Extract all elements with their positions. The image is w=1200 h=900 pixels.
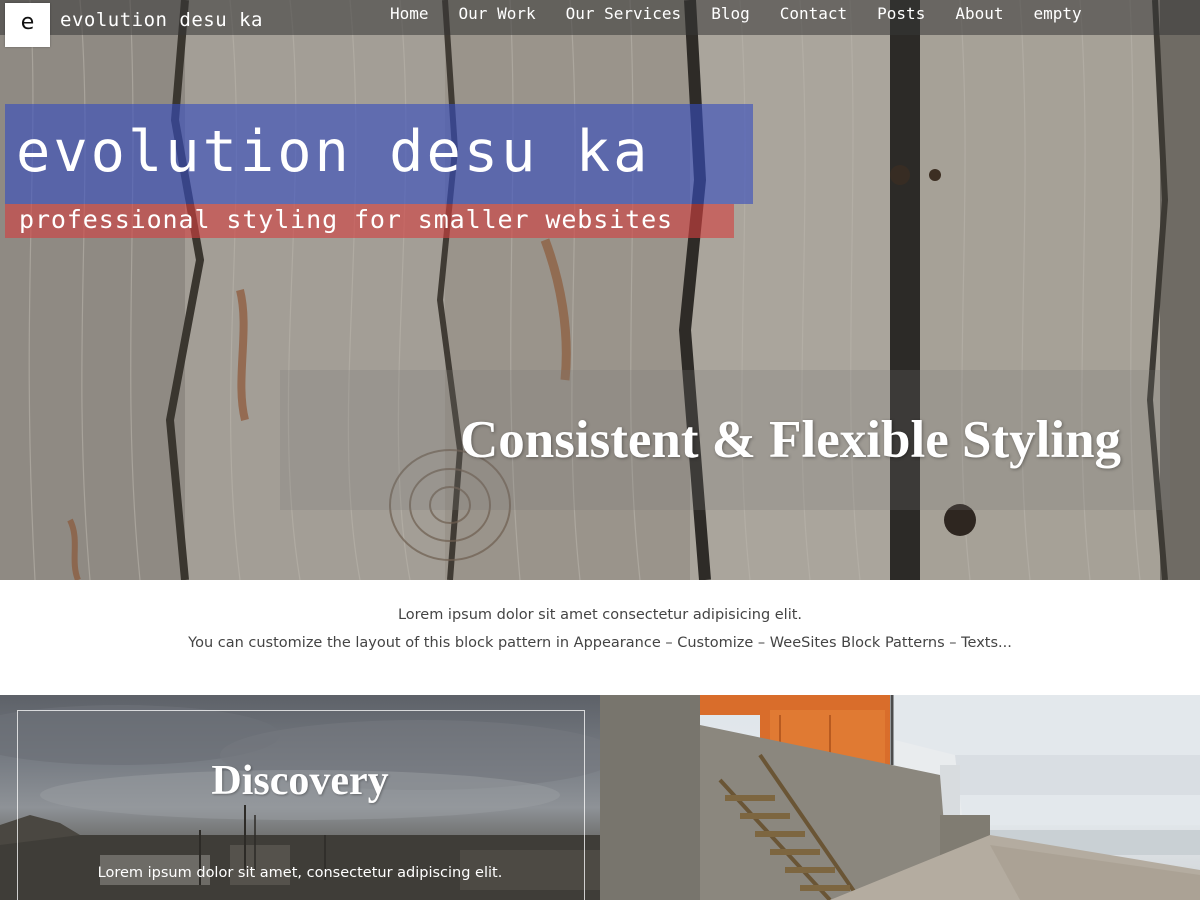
tile-title: Discovery <box>211 758 389 804</box>
tile-discovery[interactable]: Discovery Lorem ipsum dolor sit amet, co… <box>0 695 600 900</box>
tile-text: Lorem ipsum dolor sit amet, consectetur … <box>97 865 503 881</box>
nav-item-empty[interactable]: empty <box>1019 4 1097 26</box>
hero-headline: Consistent & Flexible Styling <box>460 411 1122 469</box>
beach-stairs-image <box>600 695 1200 900</box>
nav-item-blog[interactable]: Blog <box>696 4 765 26</box>
hero-site-title: evolution desu ka <box>16 119 651 185</box>
nav-item-posts[interactable]: Posts <box>862 4 940 26</box>
hero-tagline: professional styling for smaller website… <box>19 205 674 234</box>
tile-beach-image[interactable] <box>600 695 1200 900</box>
site-logo[interactable]: e <box>5 3 50 47</box>
nav-item-home[interactable]: Home <box>375 4 444 26</box>
hero-banner: e evolution desu ka Home Our Work Our Se… <box>0 0 1200 580</box>
nav-item-about[interactable]: About <box>940 4 1018 26</box>
nav-item-our-work[interactable]: Our Work <box>444 4 551 26</box>
site-name-link[interactable]: evolution desu ka <box>60 9 263 31</box>
nav-item-our-services[interactable]: Our Services <box>551 4 697 26</box>
top-navigation-bar: e evolution desu ka Home Our Work Our Se… <box>0 0 1200 47</box>
intro-line-2: You can customize the layout of this blo… <box>188 635 1012 651</box>
nav-item-contact[interactable]: Contact <box>765 4 862 26</box>
main-menu: Home Our Work Our Services Blog Contact … <box>375 4 1097 26</box>
intro-line-1: Lorem ipsum dolor sit amet consectetur a… <box>397 607 803 623</box>
intro-section: Lorem ipsum dolor sit amet consectetur a… <box>0 580 1200 695</box>
